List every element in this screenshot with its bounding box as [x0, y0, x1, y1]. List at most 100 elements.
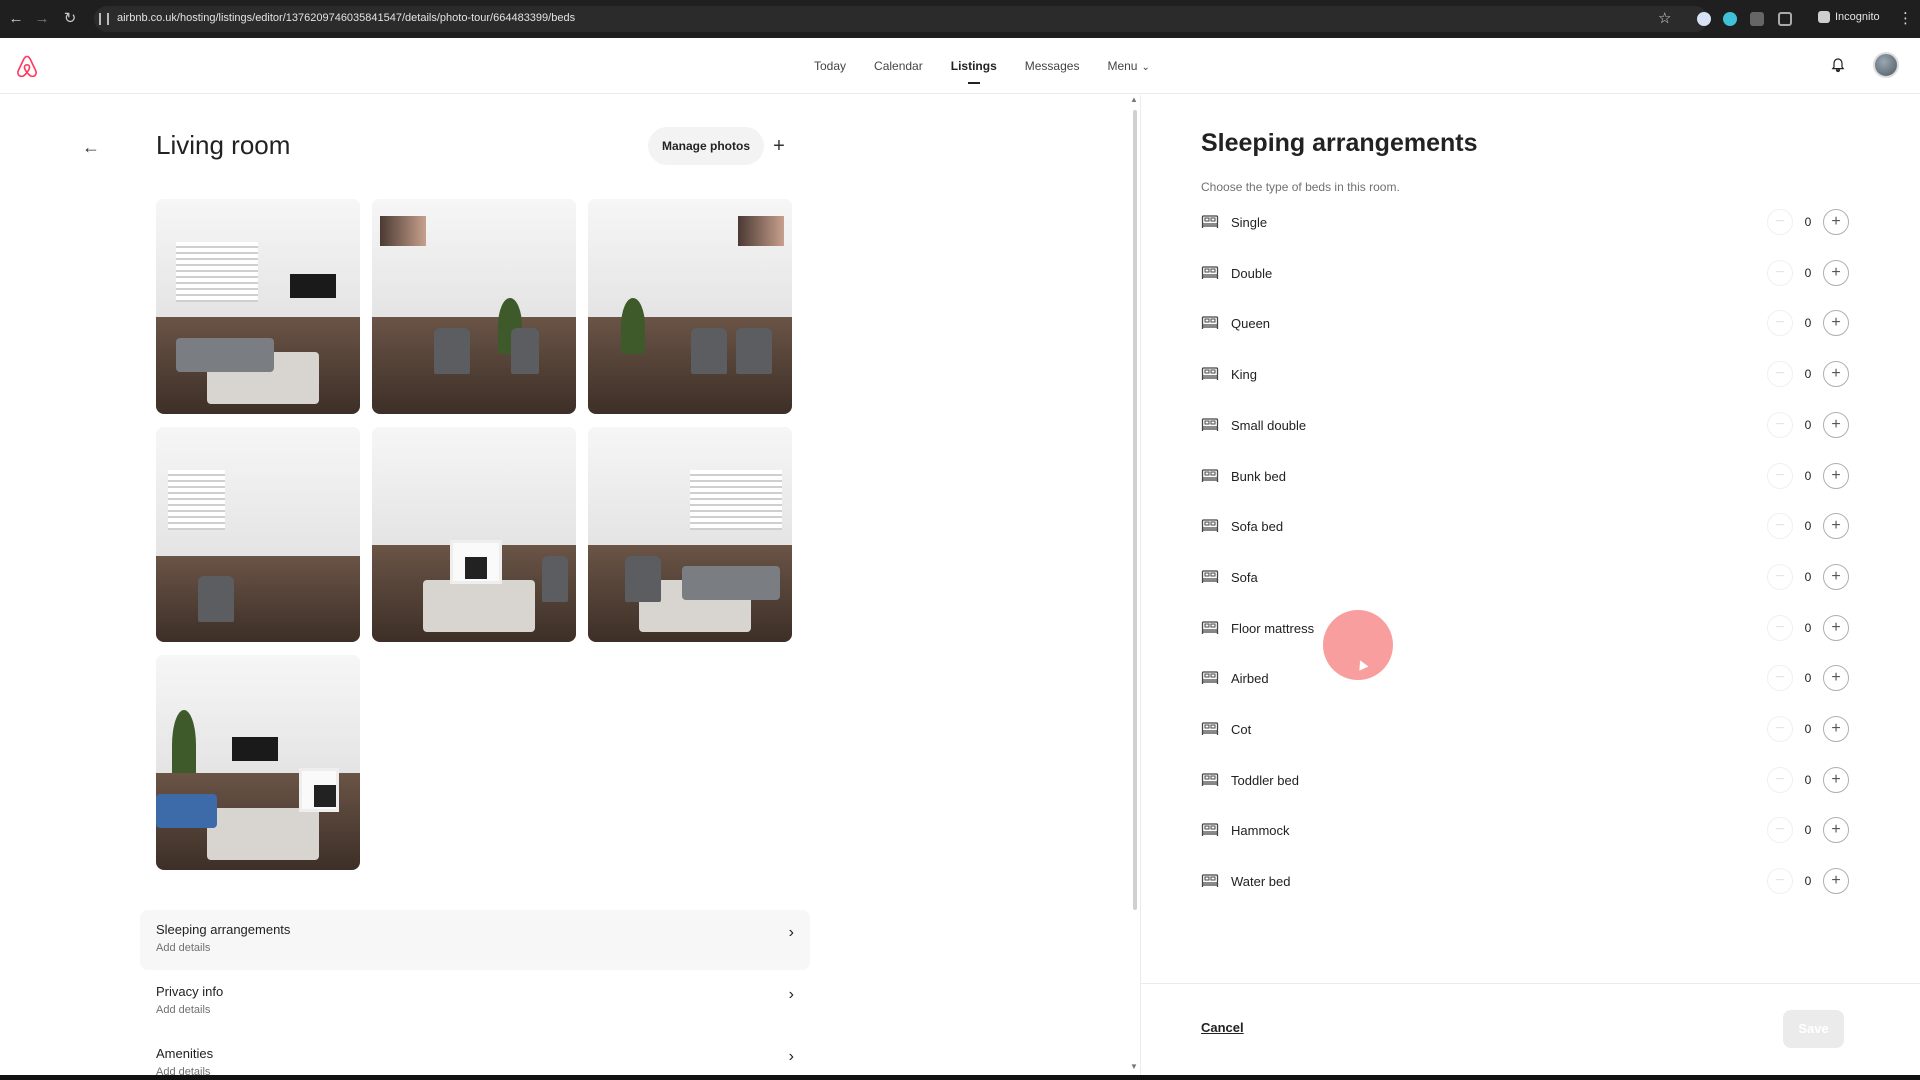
room-photo[interactable]: [156, 427, 360, 642]
decrease-sofa-bed-button[interactable]: −: [1767, 513, 1793, 540]
chevron-right-icon: ›: [788, 986, 794, 1003]
add-photo-button[interactable]: +: [760, 127, 798, 165]
increase-bunk-bed-button[interactable]: +: [1823, 462, 1849, 489]
incognito-indicator[interactable]: Incognito: [1818, 11, 1880, 23]
extensions-puzzle-icon[interactable]: [1778, 12, 1792, 26]
nav-menu-label: Menu: [1107, 59, 1138, 73]
bed-icon: [1201, 772, 1219, 788]
decrease-small-double-button[interactable]: −: [1767, 411, 1793, 438]
bed-label: Double: [1231, 265, 1273, 281]
nav-listings[interactable]: Listings: [937, 38, 1011, 94]
room-photo[interactable]: [588, 199, 792, 414]
decrease-king-button[interactable]: −: [1767, 361, 1793, 388]
decrease-double-button[interactable]: −: [1767, 259, 1793, 286]
bed-row-sofa-bed: Sofa bed −0 +: [1201, 510, 1851, 544]
bed-icon: [1201, 620, 1219, 636]
save-button[interactable]: Save: [1783, 1010, 1844, 1048]
decrease-sofa-button[interactable]: −: [1767, 563, 1793, 590]
section-amenities[interactable]: Amenities Add details ›: [140, 1034, 810, 1080]
bed-label: Hammock: [1231, 823, 1290, 839]
chevron-down-icon: ⌄: [1141, 62, 1150, 73]
bed-count: 0: [1804, 316, 1812, 331]
decrease-bunk-bed-button[interactable]: −: [1767, 462, 1793, 489]
bed-label: Floor mattress: [1231, 620, 1315, 636]
room-photo[interactable]: [156, 199, 360, 414]
manage-photos-button[interactable]: Manage photos: [648, 127, 765, 165]
browser-back-icon[interactable]: ←: [6, 9, 26, 29]
extension-icon[interactable]: [1697, 12, 1711, 26]
room-photo[interactable]: [588, 427, 792, 642]
bed-count: 0: [1804, 519, 1812, 534]
increase-single-button[interactable]: +: [1823, 209, 1849, 235]
browser-forward-icon[interactable]: →: [32, 9, 52, 29]
nav-menu[interactable]: Menu ⌄: [1093, 38, 1163, 94]
decrease-airbed-button[interactable]: −: [1767, 665, 1793, 692]
bed-row-water-bed: Water bed −0 +: [1201, 865, 1851, 899]
nav-today[interactable]: Today: [800, 38, 860, 94]
bed-label: Sofa bed: [1231, 519, 1284, 535]
extension-icon[interactable]: [1750, 12, 1764, 26]
arrow-left-icon: ←: [82, 136, 100, 157]
increase-double-button[interactable]: +: [1823, 259, 1849, 286]
bed-row-small-double: Small double −0 +: [1201, 409, 1851, 443]
room-photo[interactable]: [372, 199, 576, 414]
decrease-toddler-bed-button[interactable]: −: [1767, 766, 1793, 793]
increase-sofa-bed-button[interactable]: +: [1823, 513, 1849, 540]
extension-icon[interactable]: [1723, 12, 1737, 26]
nav-messages[interactable]: Messages: [1011, 38, 1094, 94]
bookmark-star-icon[interactable]: ☆: [1658, 9, 1671, 27]
bed-icon: [1201, 265, 1219, 281]
site-settings-icon[interactable]: [99, 13, 109, 25]
section-sleeping-arrangements[interactable]: Sleeping arrangements Add details ›: [140, 910, 810, 970]
bed-label: Sofa: [1231, 569, 1258, 585]
bed-icon: [1201, 417, 1219, 433]
bed-label: Water bed: [1231, 874, 1291, 890]
section-subtitle: Add details: [156, 942, 211, 954]
app-header: Today Calendar Listings Messages Menu ⌄: [0, 38, 1920, 94]
decrease-hammock-button[interactable]: −: [1767, 817, 1793, 844]
address-bar-url[interactable]: airbnb.co.uk/hosting/listings/editor/137…: [117, 12, 575, 24]
increase-cot-button[interactable]: +: [1823, 716, 1849, 742]
increase-water-bed-button[interactable]: +: [1823, 868, 1849, 895]
decrease-cot-button[interactable]: −: [1767, 716, 1793, 742]
scroll-up-arrow-icon[interactable]: ▲: [1130, 95, 1138, 104]
increase-hammock-button[interactable]: +: [1823, 817, 1849, 844]
bed-label: Small double: [1231, 417, 1307, 433]
bed-count: 0: [1804, 722, 1812, 736]
bed-row-bunk-bed: Bunk bed −0 +: [1201, 460, 1851, 494]
bed-icon: [1201, 822, 1219, 838]
room-photo[interactable]: [372, 427, 576, 642]
decrease-water-bed-button[interactable]: −: [1767, 868, 1793, 895]
bed-row-hammock: Hammock −0 +: [1201, 814, 1851, 848]
decrease-floor-mattress-button[interactable]: −: [1767, 614, 1793, 641]
increase-small-double-button[interactable]: +: [1823, 411, 1849, 438]
section-privacy-info[interactable]: Privacy info Add details ›: [140, 972, 810, 1032]
scrollbar-thumb[interactable]: [1133, 110, 1137, 910]
increase-toddler-bed-button[interactable]: +: [1823, 766, 1849, 793]
notifications-bell-icon[interactable]: [1830, 57, 1846, 73]
increase-floor-mattress-button[interactable]: +: [1823, 614, 1849, 641]
bed-icon: [1201, 214, 1219, 230]
bed-icon: [1201, 315, 1219, 331]
room-photo[interactable]: [156, 655, 360, 870]
increase-sofa-button[interactable]: +: [1823, 563, 1849, 590]
bed-label: Single: [1231, 215, 1268, 230]
increase-airbed-button[interactable]: +: [1823, 665, 1849, 692]
browser-reload-icon[interactable]: ↻: [60, 9, 80, 29]
nav-calendar[interactable]: Calendar: [860, 38, 937, 94]
increase-king-button[interactable]: +: [1823, 361, 1849, 388]
bed-count: 0: [1804, 215, 1812, 229]
decrease-queen-button[interactable]: −: [1767, 310, 1793, 337]
browser-menu-icon[interactable]: ⋮: [1898, 9, 1913, 27]
incognito-icon: [1818, 11, 1830, 23]
cancel-button[interactable]: Cancel: [1201, 1020, 1244, 1035]
increase-queen-button[interactable]: +: [1823, 310, 1849, 337]
airbnb-logo-icon[interactable]: [14, 54, 40, 80]
decrease-single-button[interactable]: −: [1767, 209, 1793, 235]
scroll-down-arrow-icon[interactable]: ▼: [1130, 1062, 1138, 1071]
bed-label: Airbed: [1231, 671, 1269, 687]
bed-icon: [1201, 366, 1219, 382]
chevron-right-icon: ›: [788, 1048, 794, 1065]
user-avatar[interactable]: [1873, 52, 1899, 78]
back-button[interactable]: ←: [76, 132, 106, 162]
